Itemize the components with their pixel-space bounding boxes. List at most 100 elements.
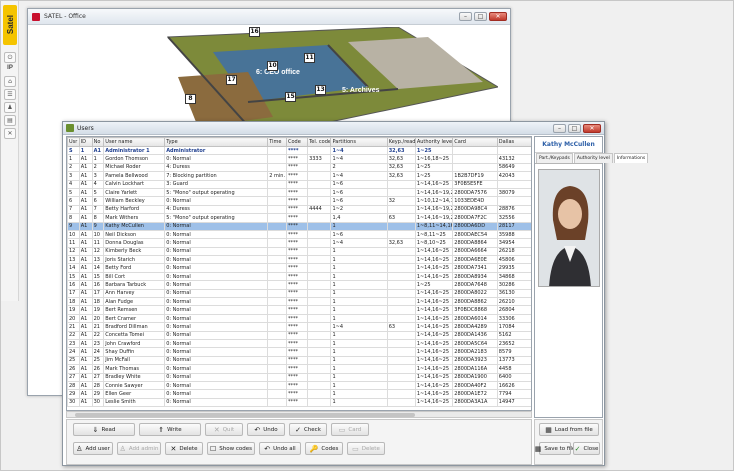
table-row[interactable]: 18 A1 18 Alan Fudge 0: Normal **** 1 1~14,16~25… (67, 297, 531, 307)
table-row[interactable]: 13 A1 13 Joris Starich 0: Normal **** 1 1~14,16… (67, 255, 531, 265)
document-icon[interactable]: ▤ (4, 115, 16, 126)
table-cell: 4: Duress (164, 204, 269, 215)
ip-label[interactable]: IP (4, 64, 16, 75)
delete-button[interactable]: ✕ Delete (165, 442, 203, 455)
table-row[interactable]: 29 A1 29 Ellen Geer 0: Normal **** 1 1~14,16~25… (67, 389, 531, 399)
column-header[interactable]: Keyp./reader (386, 137, 416, 147)
table-row[interactable]: 4 A1 4 Calvin Lockhart 3: Guard **** 1~6 1~14,1… (67, 179, 531, 189)
column-header[interactable]: Partitions (330, 137, 388, 147)
table-row[interactable]: 28 A1 28 Connie Sawyer 0: Normal **** 1 1~14,16… (67, 380, 531, 391)
room-number[interactable]: 15 (285, 92, 296, 102)
table-cell: 0: Normal (164, 288, 269, 299)
column-header[interactable]: No (91, 137, 105, 147)
room-number[interactable]: 17 (226, 75, 237, 85)
table-row[interactable]: S 1 A1 Administrator 1 Administrator **** 1~4 3… (67, 145, 531, 156)
table-row[interactable]: 20 A1 20 Bert Cramer 0: Normal **** 1 1~14,16~2… (67, 313, 531, 324)
codes-button[interactable]: 🔑 Codes (305, 442, 343, 455)
quit-button[interactable]: ✕ Quit (205, 423, 243, 436)
table-row[interactable]: 30 A1 30 Leslie Smith 0: Normal **** 1 1~14,16~… (67, 397, 531, 408)
table-row[interactable]: 5 A1 5 Claire Yarlett 5: "Mono" output opera… (67, 187, 531, 198)
maximize-button[interactable]: □ (568, 124, 581, 133)
table-cell (267, 238, 287, 248)
column-header[interactable]: Card (452, 137, 498, 147)
table-cell (307, 322, 332, 332)
add-admin-button[interactable]: ♙ Add admin (117, 442, 161, 455)
column-header[interactable]: Authority level (414, 137, 454, 147)
table-cell: 1 (330, 221, 388, 231)
table-row[interactable]: 12 A1 12 Kimberly Beck 0: Normal **** 1 1~14,16… (67, 246, 531, 257)
table-cell: 16 (67, 280, 80, 290)
table-row[interactable]: 9 A1 9 Kathy McCullen 0: Normal **** 1 1~8,11~1… (67, 221, 531, 231)
check-button[interactable]: ✓ Check (289, 423, 327, 436)
show-codes-checkbox[interactable]: ☐ Show codes (207, 442, 255, 455)
table-row[interactable]: 23 A1 23 John Crawford 0: Normal **** 1 1~14,16… (67, 338, 531, 349)
table-row[interactable]: 16 A1 16 Barbara Tarbuck 0: Normal **** 1 1~25 2… (67, 280, 531, 290)
close-button[interactable]: ✕ (583, 124, 601, 133)
column-header[interactable]: Code (285, 137, 309, 147)
horizontal-scrollbar[interactable] (66, 411, 532, 418)
table-row[interactable]: 27 A1 27 Bradley White 0: Normal **** 1 1~14,16… (67, 372, 531, 382)
close-button[interactable]: ✕ (489, 12, 507, 21)
scrollbar-thumb[interactable] (75, 413, 415, 417)
minimize-button[interactable]: – (459, 12, 472, 21)
room-number[interactable]: 8 (185, 94, 196, 104)
tab-authority-level[interactable]: Authority level (573, 153, 613, 163)
structure-icon[interactable]: ☰ (4, 89, 16, 100)
table-row[interactable]: 14 A1 14 Betty Ford 0: Normal **** 1 1~14,16~25… (67, 263, 531, 273)
table-row[interactable]: 17 A1 17 Ann Harvey 0: Normal **** 1 1~14,16~25… (67, 288, 531, 299)
column-header[interactable]: Dallas (496, 137, 531, 147)
room-number[interactable]: 13 (315, 85, 326, 95)
table-row[interactable]: 7 A1 7 Betty Harford 4: Duress **** 4444 1~2 1~1… (67, 204, 531, 215)
undo-all-button[interactable]: ↶ Undo all (259, 442, 301, 455)
room-number[interactable]: 16 (249, 27, 260, 37)
table-row[interactable]: 19 A1 19 Bert Remsen 0: Normal **** 1 1~14,16~2… (67, 305, 531, 315)
table-cell (386, 297, 416, 307)
table-row[interactable]: 1 A1 1 Gordon Thomson 0: Normal **** 3333 1~4 32… (67, 154, 531, 164)
column-header[interactable]: Time (267, 137, 287, 147)
connect-icon[interactable]: ⏻ (4, 52, 16, 63)
table-cell (307, 145, 332, 156)
close-dialog-button[interactable]: ✓ Close (573, 442, 600, 455)
table-cell: 23 (67, 338, 80, 349)
column-header[interactable]: User name (103, 137, 166, 147)
add-user-button[interactable]: ♙ Add user (73, 442, 113, 455)
table-row[interactable]: 10 A1 10 Neil Dickson 0: Normal **** 1~6 1~8,11… (67, 229, 531, 240)
table-row[interactable]: 6 A1 6 William Beckley 0: Normal **** 1~6 32 1~1… (67, 196, 531, 206)
maximize-button[interactable]: □ (474, 12, 487, 21)
column-header[interactable]: ID (78, 137, 93, 147)
users-icon[interactable]: ♟ (4, 102, 16, 113)
table-row[interactable]: 11 A1 11 Donna Douglas 0: Normal **** 1~4 32,63… (67, 238, 531, 248)
table-row[interactable]: 25 A1 25 Jim McFall 0: Normal **** 1 1~14,16~25… (67, 355, 531, 366)
column-header[interactable]: Usr (67, 137, 80, 147)
table-cell: 2800DA1436 (452, 330, 498, 341)
table-row[interactable]: 22 A1 22 Concetta Tomei 0: Normal **** 1 1~14,1… (67, 330, 531, 341)
table-row[interactable]: 2 A1 2 Michael Roder 4: Duress **** 2 32,63 1~25… (67, 162, 531, 173)
column-header[interactable]: Type (164, 137, 269, 147)
delete-card-button[interactable]: ▭ Delete (347, 442, 385, 455)
table-row[interactable]: 3 A1 3 Pamela Bellwood 7: Blocking partition… (67, 171, 531, 181)
load-from-file-button[interactable]: ▦ Load from file (539, 423, 599, 436)
home-icon[interactable]: ⌂ (4, 76, 16, 87)
minimize-button[interactable]: – (553, 124, 566, 133)
undo-button[interactable]: ↶ Undo (247, 423, 285, 436)
room-number[interactable]: 10 (267, 61, 278, 71)
table-cell: 2800DA8864 (452, 238, 498, 248)
codes-icon: 🔑 (309, 444, 319, 453)
table-cell: 1 (67, 154, 80, 164)
table-cell: 45806 (496, 255, 531, 265)
table-row[interactable]: 24 A1 24 Shay Duffin 0: Normal **** 1 1~14,16~2… (67, 347, 531, 357)
write-button[interactable]: ⇑ Write (139, 423, 201, 436)
table-row[interactable]: 15 A1 15 Bill Cort 0: Normal **** 1 1~14,16~25 2… (67, 271, 531, 282)
save-to-file-button[interactable]: ▦ Save to file (535, 442, 575, 455)
tab-part-keypads[interactable]: Part./Keypads (536, 153, 573, 163)
table-row[interactable]: 21 A1 21 Bradford Dillman 0: Normal **** 1~4 63… (67, 322, 531, 332)
table-row[interactable]: 26 A1 26 Mark Thomas 0: Normal **** 1 1~14,16~2… (67, 364, 531, 374)
table-row[interactable]: 8 A1 8 Mark Withers 5: "Mono" output operati… (67, 213, 531, 223)
room-number[interactable]: 11 (304, 53, 315, 63)
table-cell (386, 246, 416, 257)
tab-informations[interactable]: Informations (613, 153, 649, 163)
read-button[interactable]: ⇓ Read (73, 423, 135, 436)
tools-icon[interactable]: ✕ (4, 128, 16, 139)
card-button[interactable]: ▭ Card (331, 423, 369, 436)
column-header[interactable]: Tel. code (307, 137, 332, 147)
